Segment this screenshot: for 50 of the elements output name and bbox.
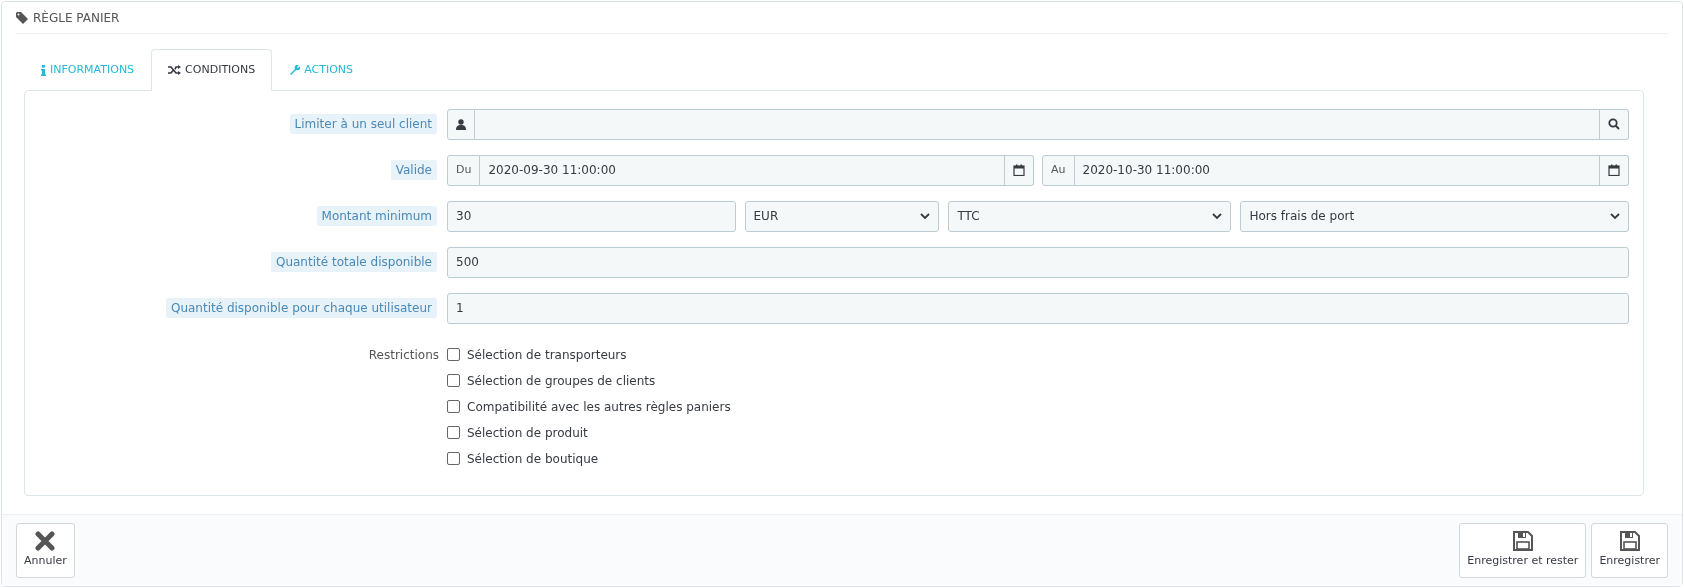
panel-title: RÈGLE PANIER xyxy=(33,9,120,27)
restrictions-label: Restrictions xyxy=(368,347,439,362)
checkbox[interactable] xyxy=(447,400,460,413)
calendar-button[interactable] xyxy=(1600,154,1629,186)
calendar-icon xyxy=(1013,164,1025,176)
search-button[interactable] xyxy=(1600,108,1629,140)
date-field[interactable]: 2020-09-30 11:00:00 xyxy=(480,154,1005,186)
checkbox-label: Sélection de produit xyxy=(467,424,588,442)
checkbox[interactable] xyxy=(447,374,460,387)
input-prefix: Au xyxy=(1042,154,1075,186)
checkbox-label: Sélection de groupes de clients xyxy=(467,372,656,390)
chevron-down-icon xyxy=(1212,212,1223,220)
calendar-icon xyxy=(1608,164,1620,176)
shuffle-icon xyxy=(168,65,182,76)
save-button[interactable]: Enregistrer xyxy=(1591,523,1668,578)
checkbox[interactable] xyxy=(447,348,460,361)
field-label: Montant minimum xyxy=(316,206,437,226)
user-icon xyxy=(456,118,466,130)
customer-search-field[interactable] xyxy=(475,108,1600,140)
save-button[interactable]: Enregistrer et rester xyxy=(1459,523,1587,578)
dropdown[interactable]: Hors frais de port xyxy=(1240,200,1629,232)
dropdown[interactable]: TTC xyxy=(948,200,1232,232)
date-field[interactable]: 2020-10-30 11:00:00 xyxy=(1074,154,1600,186)
checkbox-option[interactable]: Sélection de transporteurs xyxy=(447,345,731,364)
field-label: Limiter à un seul client xyxy=(289,114,437,134)
checkbox-label: Sélection de boutique xyxy=(467,450,599,468)
checkbox-option[interactable]: Sélection de produit xyxy=(447,423,731,442)
checkbox[interactable] xyxy=(447,452,460,465)
input-prefix: Du xyxy=(447,154,481,186)
field-label: Quantité disponible pour chaque utilisateur xyxy=(165,298,437,318)
checkbox-option[interactable]: Sélection de groupes de clients xyxy=(447,371,731,390)
dropdown[interactable]: EUR xyxy=(744,200,940,232)
wrench-icon xyxy=(289,64,301,76)
tab[interactable]: CONDITIONS xyxy=(151,49,273,91)
close-icon xyxy=(35,531,56,552)
input-field[interactable]: 500 xyxy=(447,246,1629,278)
input-field[interactable]: 1 xyxy=(447,292,1629,324)
checkbox-option[interactable]: Sélection de boutique xyxy=(447,449,731,468)
checkbox[interactable] xyxy=(447,426,460,439)
search-icon xyxy=(1608,118,1620,130)
field-label: Quantité totale disponible xyxy=(270,252,437,272)
amount-field[interactable]: 30 xyxy=(447,200,736,232)
cancel-button[interactable]: Annuler xyxy=(16,523,75,578)
calendar-button[interactable] xyxy=(1005,154,1034,186)
checkbox-label: Sélection de transporteurs xyxy=(467,346,627,364)
info-icon xyxy=(41,64,46,76)
chevron-down-icon xyxy=(920,212,931,220)
field-label: Valide xyxy=(390,160,437,180)
chevron-down-icon xyxy=(1610,212,1620,220)
tag-icon xyxy=(16,11,28,24)
